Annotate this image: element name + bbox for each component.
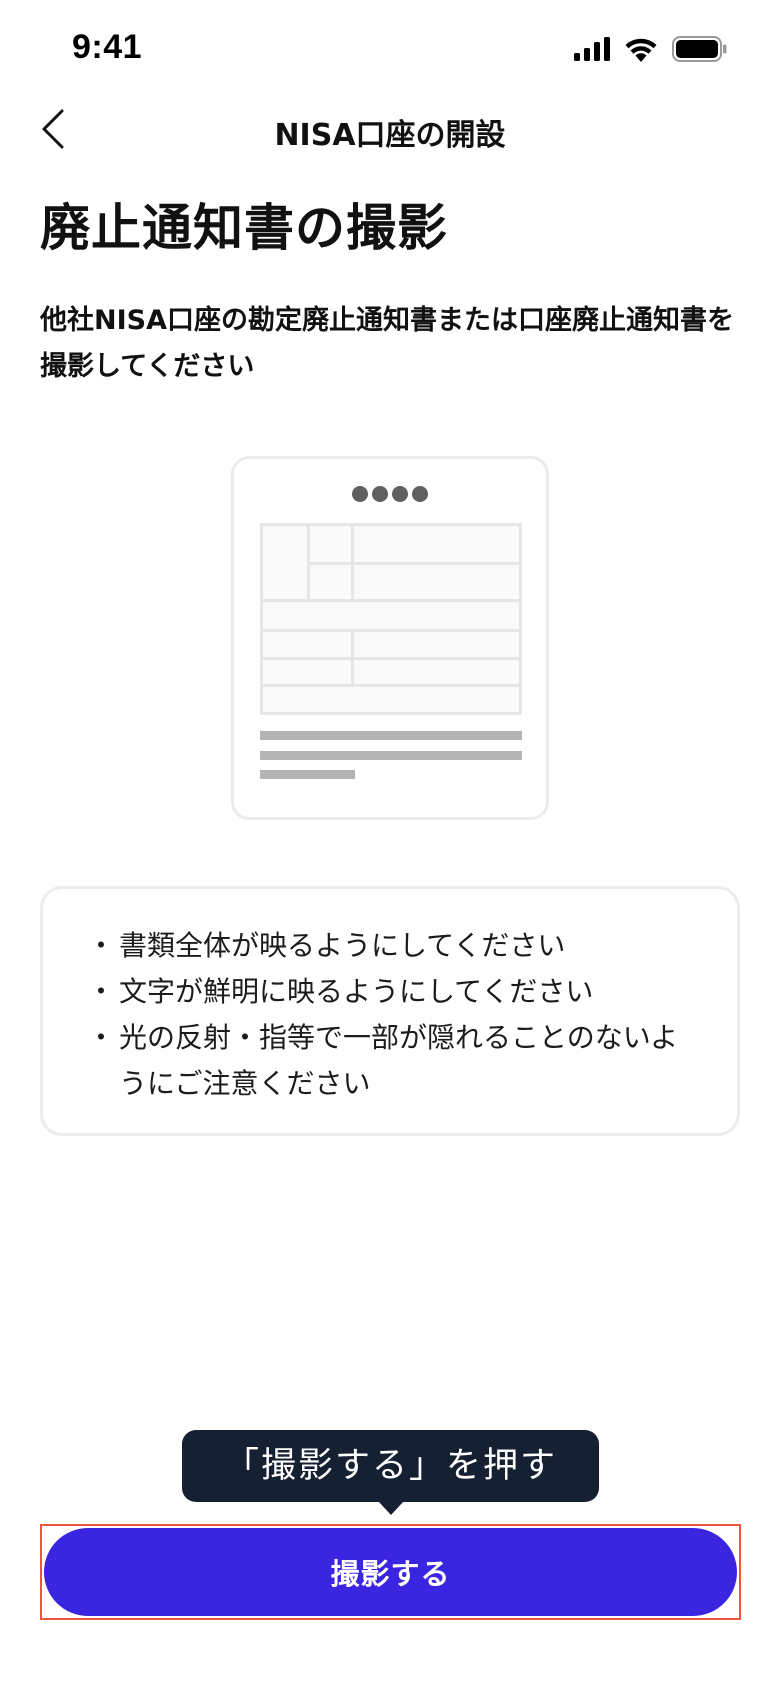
- tip-item: ・ 書類全体が映るようにしてください: [87, 923, 697, 969]
- tip-bullet: ・: [87, 1021, 116, 1054]
- status-bar: 9:41: [0, 0, 780, 100]
- tip-bullet: ・: [87, 929, 116, 962]
- status-icons: [574, 36, 728, 66]
- instruction-tooltip: 「撮影する」を押す: [182, 1430, 599, 1515]
- capture-button[interactable]: 撮影する: [44, 1528, 737, 1616]
- page-description: 他社NISA口座の勘定廃止通知書または口座廃止通知書を撮影してください: [40, 305, 734, 382]
- text-line-icon: [260, 731, 522, 740]
- tip-text: 書類全体が映るようにしてください: [119, 929, 566, 962]
- tip-text: 文字が鮮明に映るようにしてください: [119, 975, 594, 1008]
- tips-list: ・ 書類全体が映るようにしてください ・ 文字が鮮明に映るようにしてください ・…: [87, 923, 697, 1107]
- tip-text: 光の反射・指等で一部が隠れることのないようにご注意ください: [119, 1021, 679, 1100]
- wifi-icon: [624, 37, 658, 66]
- text-line-icon: [260, 770, 355, 779]
- dots-icon: [234, 486, 546, 502]
- nav-title: NISA口座の開設: [274, 118, 506, 153]
- tip-item: ・ 文字が鮮明に映るようにしてください: [87, 969, 697, 1015]
- tooltip-arrow: [377, 1501, 404, 1515]
- tip-item: ・ 光の反射・指等で一部が隠れることのないようにご注意ください: [87, 1015, 697, 1107]
- text-line-icon: [260, 751, 522, 760]
- tooltip-text: 「撮影する」を押す: [223, 1446, 557, 1486]
- status-time: 9:41: [72, 28, 143, 66]
- document-illustration: [231, 456, 549, 820]
- tip-bullet: ・: [87, 975, 116, 1008]
- cellular-signal-icon: [574, 37, 610, 65]
- tips-box: ・ 書類全体が映るようにしてください ・ 文字が鮮明に映るようにしてください ・…: [40, 886, 740, 1136]
- battery-icon: [672, 36, 728, 66]
- page-title: 廃止通知書の撮影: [40, 199, 448, 257]
- nav-bar: NISA口座の開設: [0, 100, 780, 162]
- form-table-icon: [260, 523, 522, 715]
